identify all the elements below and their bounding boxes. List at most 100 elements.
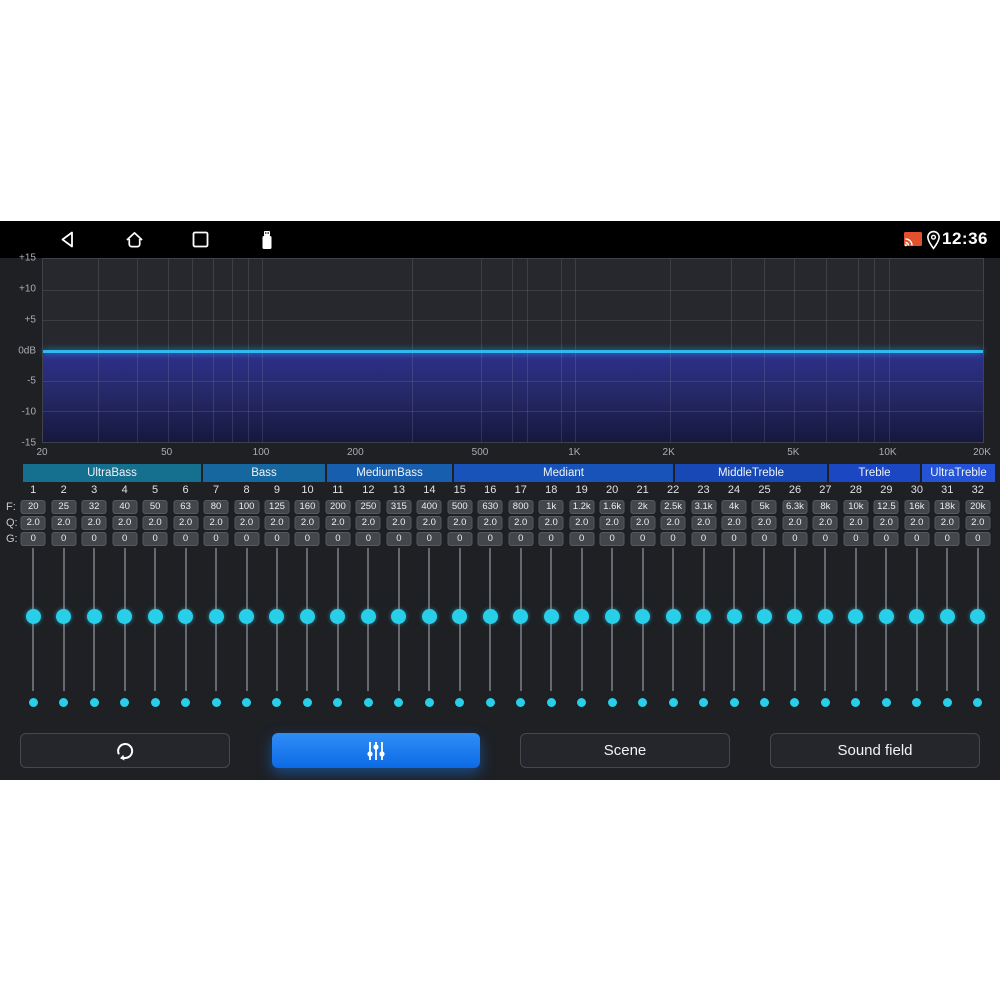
gain-slider-knob[interactable] <box>360 609 376 624</box>
channel-dot[interactable] <box>851 698 861 707</box>
gain-value[interactable]: 0 <box>934 532 960 546</box>
channel-dot[interactable] <box>211 698 221 707</box>
recents-icon[interactable] <box>191 230 210 249</box>
gain-value[interactable]: 0 <box>538 532 564 546</box>
channel-dot[interactable] <box>150 698 160 707</box>
q-value[interactable]: 2.0 <box>873 516 899 530</box>
channel-dot[interactable] <box>181 698 191 707</box>
gain-slider-knob[interactable] <box>756 609 772 624</box>
scene-button[interactable]: Scene <box>520 733 730 768</box>
frequency-value[interactable]: 80 <box>203 500 229 514</box>
back-icon[interactable] <box>58 230 78 249</box>
gain-value[interactable]: 0 <box>965 532 991 546</box>
frequency-value[interactable]: 63 <box>173 500 199 514</box>
frequency-value[interactable]: 400 <box>416 500 442 514</box>
gain-value[interactable]: 0 <box>660 532 686 546</box>
gain-value[interactable]: 0 <box>721 532 747 546</box>
band-segment[interactable]: Bass <box>203 464 325 482</box>
frequency-value[interactable]: 5k <box>751 500 777 514</box>
gain-value[interactable]: 0 <box>234 532 260 546</box>
q-value[interactable]: 2.0 <box>81 516 107 530</box>
gain-value[interactable]: 0 <box>691 532 717 546</box>
frequency-value[interactable]: 3.1k <box>691 500 717 514</box>
channel-dot[interactable] <box>881 698 891 707</box>
frequency-value[interactable]: 16k <box>904 500 930 514</box>
frequency-value[interactable]: 20 <box>20 500 46 514</box>
q-value[interactable]: 2.0 <box>294 516 320 530</box>
gain-value[interactable]: 0 <box>81 532 107 546</box>
channel-dot[interactable] <box>942 698 952 707</box>
gain-value[interactable]: 0 <box>173 532 199 546</box>
frequency-value[interactable]: 1k <box>538 500 564 514</box>
gain-value[interactable]: 0 <box>51 532 77 546</box>
frequency-value[interactable]: 125 <box>264 500 290 514</box>
band-segment[interactable]: Treble <box>829 464 920 482</box>
channel-dot[interactable] <box>272 698 282 707</box>
gain-slider-knob[interactable] <box>299 609 315 624</box>
home-icon[interactable] <box>124 230 145 249</box>
frequency-value[interactable]: 20k <box>965 500 991 514</box>
q-value[interactable]: 2.0 <box>660 516 686 530</box>
channel-dot[interactable] <box>363 698 373 707</box>
gain-slider-knob[interactable] <box>970 609 986 624</box>
q-value[interactable]: 2.0 <box>355 516 381 530</box>
channel-dot[interactable] <box>120 698 130 707</box>
q-value[interactable]: 2.0 <box>843 516 869 530</box>
gain-slider-knob[interactable] <box>117 609 133 624</box>
q-value[interactable]: 2.0 <box>142 516 168 530</box>
gain-value[interactable]: 0 <box>294 532 320 546</box>
q-value[interactable]: 2.0 <box>569 516 595 530</box>
gain-value[interactable]: 0 <box>386 532 412 546</box>
gain-value[interactable]: 0 <box>203 532 229 546</box>
gain-slider-knob[interactable] <box>25 609 41 624</box>
frequency-value[interactable]: 8k <box>812 500 838 514</box>
gain-value[interactable]: 0 <box>142 532 168 546</box>
q-value[interactable]: 2.0 <box>386 516 412 530</box>
q-value[interactable]: 2.0 <box>782 516 808 530</box>
channel-dot[interactable] <box>973 698 983 707</box>
q-value[interactable]: 2.0 <box>630 516 656 530</box>
frequency-value[interactable]: 500 <box>447 500 473 514</box>
gain-slider-knob[interactable] <box>86 609 102 624</box>
gain-slider-knob[interactable] <box>239 609 255 624</box>
gain-value[interactable]: 0 <box>355 532 381 546</box>
band-segment[interactable]: MediumBass <box>327 464 452 482</box>
gain-slider-knob[interactable] <box>787 609 803 624</box>
frequency-value[interactable]: 50 <box>142 500 168 514</box>
frequency-value[interactable]: 10k <box>843 500 869 514</box>
gain-slider-knob[interactable] <box>208 609 224 624</box>
q-value[interactable]: 2.0 <box>416 516 442 530</box>
frequency-value[interactable]: 1.2k <box>569 500 595 514</box>
gain-slider-knob[interactable] <box>635 609 651 624</box>
q-value[interactable]: 2.0 <box>812 516 838 530</box>
gain-slider-knob[interactable] <box>178 609 194 624</box>
gain-slider-knob[interactable] <box>939 609 955 624</box>
gain-value[interactable]: 0 <box>812 532 838 546</box>
q-value[interactable]: 2.0 <box>599 516 625 530</box>
gain-value[interactable]: 0 <box>569 532 595 546</box>
gain-value[interactable]: 0 <box>264 532 290 546</box>
q-value[interactable]: 2.0 <box>691 516 717 530</box>
channel-dot[interactable] <box>912 698 922 707</box>
gain-slider-knob[interactable] <box>817 609 833 624</box>
q-value[interactable]: 2.0 <box>20 516 46 530</box>
band-segment[interactable]: UltraBass <box>23 464 201 482</box>
channel-dot[interactable] <box>607 698 617 707</box>
q-value[interactable]: 2.0 <box>965 516 991 530</box>
channel-dot[interactable] <box>424 698 434 707</box>
q-value[interactable]: 2.0 <box>51 516 77 530</box>
gain-slider-knob[interactable] <box>330 609 346 624</box>
q-value[interactable]: 2.0 <box>112 516 138 530</box>
gain-value[interactable]: 0 <box>843 532 869 546</box>
frequency-value[interactable]: 6.3k <box>782 500 808 514</box>
gain-slider-knob[interactable] <box>147 609 163 624</box>
gain-slider-knob[interactable] <box>665 609 681 624</box>
gain-slider-knob[interactable] <box>909 609 925 624</box>
gain-slider-knob[interactable] <box>878 609 894 624</box>
band-segment[interactable]: MiddleTreble <box>675 464 827 482</box>
frequency-value[interactable]: 250 <box>355 500 381 514</box>
gain-slider-knob[interactable] <box>543 609 559 624</box>
gain-value[interactable]: 0 <box>599 532 625 546</box>
channel-dot[interactable] <box>28 698 38 707</box>
gain-value[interactable]: 0 <box>20 532 46 546</box>
